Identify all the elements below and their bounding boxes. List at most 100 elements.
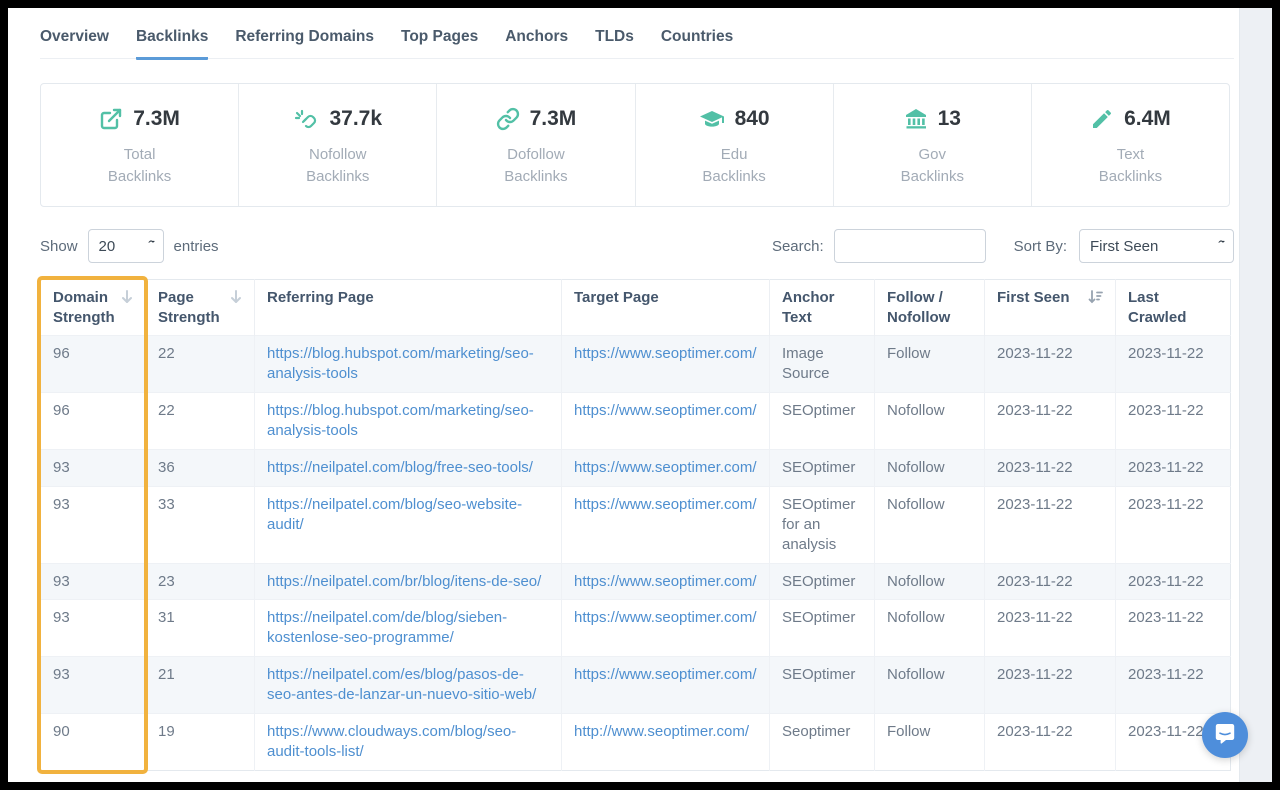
stat-value: 840 <box>735 107 770 131</box>
stat-label: TextBacklinks <box>1099 144 1162 188</box>
cell-last-crawled: 2023-11-22 <box>1116 657 1231 714</box>
tab-overview[interactable]: Overview <box>40 28 109 58</box>
cell-first-seen: 2023-11-22 <box>985 392 1116 449</box>
referring-page-link[interactable]: https://neilpatel.com/de/blog/sieben-kos… <box>267 609 507 646</box>
stat-text-backlinks: 6.4M TextBacklinks <box>1032 84 1229 206</box>
tab-referring-domains[interactable]: Referring Domains <box>235 28 374 58</box>
cell-follow: Nofollow <box>875 600 985 657</box>
sort-amount-desc-icon[interactable] <box>1088 288 1103 304</box>
table-row: 96 22 https://blog.hubspot.com/marketing… <box>41 336 1231 393</box>
page-size-select[interactable]: 20 ˆ̇ <box>88 229 164 263</box>
cell-first-seen: 2023-11-22 <box>985 657 1116 714</box>
referring-page-link[interactable]: https://neilpatel.com/blog/free-seo-tool… <box>267 459 533 476</box>
target-page-link[interactable]: https://www.seoptimer.com/ <box>574 345 757 362</box>
target-page-link[interactable]: https://www.seoptimer.com/ <box>574 573 757 590</box>
cell-domain-strength: 93 <box>41 600 146 657</box>
graduation-cap-icon <box>699 107 725 131</box>
header-follow-nofollow[interactable]: Follow / Nofollow <box>875 280 985 336</box>
stat-label: EduBacklinks <box>702 144 765 188</box>
table-row: 96 22 https://blog.hubspot.com/marketing… <box>41 392 1231 449</box>
target-page-link[interactable]: https://www.seoptimer.com/ <box>574 496 757 513</box>
cell-domain-strength: 96 <box>41 392 146 449</box>
cell-referring-page: https://blog.hubspot.com/marketing/seo-a… <box>255 336 562 393</box>
stat-label: DofollowBacklinks <box>504 144 567 188</box>
table-header-row: Domain Strength Page Strength Referring … <box>41 280 1231 336</box>
cell-target-page: https://www.seoptimer.com/ <box>562 392 770 449</box>
broken-link-icon <box>293 107 319 131</box>
target-page-link[interactable]: https://www.seoptimer.com/ <box>574 666 757 683</box>
chevron-down-icon: ˆ̇ <box>148 240 153 252</box>
chevron-down-icon: ˆ̇ <box>1219 240 1224 252</box>
tab-tlds[interactable]: TLDs <box>595 28 634 58</box>
cell-referring-page: https://neilpatel.com/blog/seo-website-a… <box>255 486 562 563</box>
right-gutter <box>1239 8 1272 782</box>
backlink-stats-card: 7.3M TotalBacklinks 37.7k NofollowBackli… <box>40 83 1230 207</box>
cell-target-page: https://www.seoptimer.com/ <box>562 486 770 563</box>
stat-nofollow-backlinks: 37.7k NofollowBacklinks <box>239 84 437 206</box>
external-link-icon <box>99 107 123 131</box>
target-page-link[interactable]: http://www.seoptimer.com/ <box>574 723 749 740</box>
stat-value: 37.7k <box>329 107 382 131</box>
referring-page-link[interactable]: https://blog.hubspot.com/marketing/seo-a… <box>267 402 534 439</box>
tab-top-pages[interactable]: Top Pages <box>401 28 478 58</box>
header-referring-page[interactable]: Referring Page <box>255 280 562 336</box>
table-row: 93 33 https://neilpatel.com/blog/seo-web… <box>41 486 1231 563</box>
cell-page-strength: 22 <box>146 392 255 449</box>
tab-countries[interactable]: Countries <box>661 28 733 58</box>
header-last-crawled[interactable]: Last Crawled <box>1116 280 1231 336</box>
referring-page-link[interactable]: https://blog.hubspot.com/marketing/seo-a… <box>267 345 534 382</box>
cell-page-strength: 21 <box>146 657 255 714</box>
target-page-link[interactable]: https://www.seoptimer.com/ <box>574 402 757 419</box>
referring-page-link[interactable]: https://neilpatel.com/blog/seo-website-a… <box>267 496 522 533</box>
target-page-link[interactable]: https://www.seoptimer.com/ <box>574 609 757 626</box>
header-target-page[interactable]: Target Page <box>562 280 770 336</box>
referring-page-link[interactable]: https://neilpatel.com/es/blog/pasos-de-s… <box>267 666 536 703</box>
cell-anchor-text: SEOptimer for an analysis <box>770 486 875 563</box>
table-row: 93 36 https://neilpatel.com/blog/free-se… <box>41 449 1231 486</box>
tab-anchors[interactable]: Anchors <box>505 28 568 58</box>
chat-bubble-icon <box>1213 721 1237 750</box>
cell-last-crawled: 2023-11-22 <box>1116 336 1231 393</box>
tab-backlinks[interactable]: Backlinks <box>136 28 208 60</box>
cell-anchor-text: SEOptimer <box>770 449 875 486</box>
screenshot-frame: Overview Backlinks Referring Domains Top… <box>0 0 1280 790</box>
table-row: 90 19 https://www.cloudways.com/blog/seo… <box>41 714 1231 771</box>
cell-domain-strength: 93 <box>41 657 146 714</box>
table-row: 93 23 https://neilpatel.com/br/blog/iten… <box>41 563 1231 600</box>
stat-value: 7.3M <box>133 107 180 131</box>
cell-domain-strength: 96 <box>41 336 146 393</box>
referring-page-link[interactable]: https://www.cloudways.com/blog/seo-audit… <box>267 723 516 760</box>
stat-value: 7.3M <box>530 107 577 131</box>
entries-label: entries <box>174 238 219 255</box>
header-domain-strength[interactable]: Domain Strength <box>41 280 146 336</box>
referring-page-link[interactable]: https://neilpatel.com/br/blog/itens-de-s… <box>267 573 541 590</box>
stat-label: GovBacklinks <box>901 144 964 188</box>
cell-last-crawled: 2023-11-22 <box>1116 486 1231 563</box>
target-page-link[interactable]: https://www.seoptimer.com/ <box>574 459 757 476</box>
cell-target-page: http://www.seoptimer.com/ <box>562 714 770 771</box>
sort-by-select[interactable]: First Seen ˆ̇ <box>1079 229 1234 263</box>
sort-down-arrow-icon[interactable] <box>230 288 242 304</box>
cell-referring-page: https://www.cloudways.com/blog/seo-audit… <box>255 714 562 771</box>
cell-first-seen: 2023-11-22 <box>985 486 1116 563</box>
cell-follow: Nofollow <box>875 563 985 600</box>
chat-widget-button[interactable] <box>1202 712 1248 758</box>
cell-page-strength: 19 <box>146 714 255 771</box>
bank-icon <box>904 107 928 131</box>
search-input[interactable] <box>834 229 986 263</box>
cell-follow: Follow <box>875 336 985 393</box>
cell-last-crawled: 2023-11-22 <box>1116 449 1231 486</box>
header-anchor-text[interactable]: Anchor Text <box>770 280 875 336</box>
link-icon <box>496 107 520 131</box>
cell-follow: Nofollow <box>875 657 985 714</box>
sort-down-arrow-icon[interactable] <box>121 288 133 304</box>
cell-referring-page: https://blog.hubspot.com/marketing/seo-a… <box>255 392 562 449</box>
cell-page-strength: 22 <box>146 336 255 393</box>
cell-anchor-text: SEOptimer <box>770 392 875 449</box>
cell-target-page: https://www.seoptimer.com/ <box>562 336 770 393</box>
cell-last-crawled: 2023-11-22 <box>1116 392 1231 449</box>
cell-target-page: https://www.seoptimer.com/ <box>562 600 770 657</box>
sort-by-value: First Seen <box>1090 238 1158 255</box>
header-first-seen[interactable]: First Seen <box>985 280 1116 336</box>
header-page-strength[interactable]: Page Strength <box>146 280 255 336</box>
